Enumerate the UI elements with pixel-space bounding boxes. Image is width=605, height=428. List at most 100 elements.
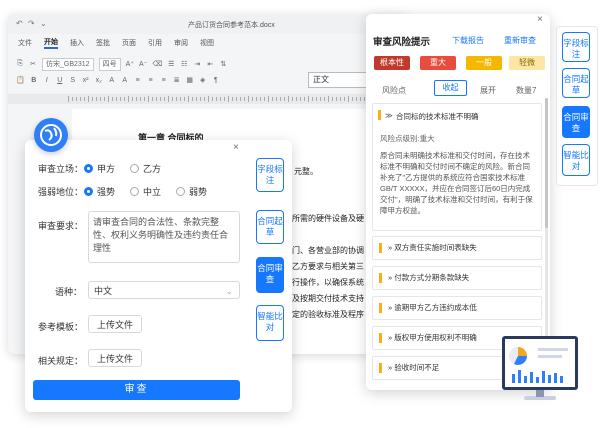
menu-home[interactable]: 开始 — [44, 37, 58, 49]
menu-sign[interactable]: 签批 — [96, 38, 110, 48]
level-chip-general[interactable]: 一般 — [466, 56, 502, 70]
radio-unchecked[interactable] — [130, 187, 139, 196]
ruler-tick — [184, 97, 185, 101]
decrease-font-icon[interactable]: A⁻ — [139, 60, 147, 68]
ruler-tick — [272, 97, 273, 101]
increase-font-icon[interactable]: A⁺ — [126, 60, 134, 68]
paste-icon[interactable]: 📋 — [16, 76, 25, 84]
contract-panel-close-icon[interactable]: × — [233, 142, 239, 153]
align-center-icon[interactable]: ≡ — [147, 77, 155, 84]
align-right-icon[interactable]: ≡ — [160, 77, 168, 84]
clear-format-icon[interactable]: ⌫ — [152, 60, 162, 68]
copy-icon[interactable]: ⎘ — [16, 60, 24, 68]
risk-item-label: 逾期甲方乙方违约成本低 — [394, 303, 477, 312]
stance-option-party-b[interactable]: 乙方 — [130, 162, 161, 175]
doc-line: 门、各营业部的协调 — [292, 246, 364, 255]
subscript-icon[interactable]: x₂ — [95, 77, 103, 84]
sort-icon[interactable]: ⇅ — [219, 60, 227, 68]
font-color-icon[interactable]: A — [121, 77, 129, 84]
doc-line: 定的验收标准及程序 — [292, 310, 364, 319]
ruler-tick — [168, 96, 169, 102]
risk-item[interactable]: » 逾期甲方乙方违约成本低 — [372, 296, 542, 320]
level-chip-major[interactable]: 重大 — [420, 56, 456, 70]
italic-icon[interactable]: I — [43, 77, 51, 84]
ruler-tick — [84, 97, 85, 101]
tab-contract-draft[interactable]: 合同起草 — [256, 210, 284, 244]
align-left-icon[interactable]: ≡ — [134, 77, 142, 84]
menu-insert[interactable]: 插入 — [70, 38, 84, 48]
side-tab-contract-draft[interactable]: 合同起草 — [562, 68, 590, 98]
quick-access-dropdown-icon[interactable]: ⌄ — [40, 19, 47, 28]
bold-icon[interactable]: B — [30, 77, 38, 84]
risk-marker — [378, 110, 381, 120]
expanded-risk-title[interactable]: 合同标的技术标准不明确 — [396, 111, 479, 122]
ruler-tick — [356, 97, 357, 101]
chevron-right-icon: » — [388, 333, 393, 342]
indent-icon[interactable]: ⇥ — [193, 60, 201, 68]
chevron-down-icon[interactable]: ≫ — [385, 111, 393, 120]
table-icon[interactable]: ▦ — [186, 76, 194, 84]
side-tab-field-annotation[interactable]: 字段标注 — [562, 32, 590, 62]
highlight-icon[interactable]: A — [108, 77, 116, 84]
risk-item[interactable]: » 双方责任实施时间表缺失 — [372, 236, 542, 260]
contract-review-panel — [25, 140, 292, 412]
rereview-link[interactable]: 重新审查 — [504, 35, 536, 46]
outdent-icon[interactable]: ⇤ — [206, 60, 214, 68]
language-value: 中文 — [94, 286, 113, 296]
download-report-link[interactable]: 下载报告 — [452, 35, 484, 46]
risk-panel-title: 审查风险提示 — [373, 37, 431, 48]
ruler-tick — [320, 97, 321, 101]
paragraph-icon[interactable]: ¶ — [212, 77, 220, 84]
radio-unchecked[interactable] — [176, 187, 185, 196]
shading-icon[interactable]: ◈ — [199, 76, 207, 84]
risk-scrollbar-thumb[interactable] — [545, 98, 548, 228]
ruler-tick — [304, 97, 305, 101]
tab-expand[interactable]: 展开 — [480, 85, 496, 96]
ruler-tick — [80, 97, 81, 101]
menu-review[interactable]: 审阅 — [174, 38, 188, 48]
strikethrough-icon[interactable]: S — [69, 77, 77, 84]
ruler-tick — [256, 97, 257, 101]
menu-page[interactable]: 页面 — [122, 38, 136, 48]
radio-checked[interactable] — [84, 164, 93, 173]
strength-option-neutral[interactable]: 中立 — [130, 185, 161, 198]
tab-contract-review[interactable]: 合同审查 — [256, 257, 284, 293]
risk-item[interactable]: » 付款方式分期条款缺失 — [372, 266, 542, 290]
risk-panel-close-icon[interactable]: × — [537, 14, 543, 25]
font-name-select[interactable]: 仿宋_GB2312 — [42, 57, 94, 71]
stance-option-party-a[interactable]: 甲方 — [84, 162, 115, 175]
language-select[interactable]: 中文 ⌄ — [88, 281, 240, 299]
cut-icon[interactable]: ✂ — [29, 60, 37, 68]
level-chip-fundamental[interactable]: 根本性 — [374, 56, 410, 70]
superscript-icon[interactable]: x² — [82, 77, 90, 84]
font-size-select[interactable]: 四号 — [98, 57, 121, 71]
review-button[interactable]: 审查 — [33, 380, 240, 400]
number-list-icon[interactable]: ☷ — [180, 60, 188, 68]
tab-risk-location[interactable]: 风险点 — [382, 85, 406, 96]
tab-collapse[interactable]: 收起 — [434, 80, 467, 96]
side-tab-contract-review[interactable]: 合同审查 — [562, 106, 590, 138]
strength-option-weak[interactable]: 弱势 — [176, 185, 207, 198]
side-tab-smart-compare[interactable]: 智能比对 — [562, 144, 590, 176]
ruler[interactable] — [8, 94, 408, 104]
bullet-list-icon[interactable]: ☰ — [167, 60, 175, 68]
undo-icon[interactable]: ↶ — [16, 19, 23, 28]
menu-reference[interactable]: 引用 — [148, 38, 162, 48]
underline-icon[interactable]: U — [56, 77, 64, 84]
justify-icon[interactable]: ≣ — [173, 76, 181, 84]
ruler-tick — [172, 97, 173, 101]
menu-view[interactable]: 视图 — [200, 38, 214, 48]
level-chip-minor[interactable]: 轻微 — [509, 56, 545, 70]
requirement-textarea[interactable]: 请审查合同的合法性、条款完整性、权利义务明确性及违约责任合理性 — [88, 211, 240, 263]
redo-icon[interactable]: ↷ — [28, 19, 35, 28]
ruler-tick — [128, 96, 129, 102]
tab-field-annotation[interactable]: 字段标注 — [256, 158, 284, 192]
radio-unchecked[interactable] — [130, 164, 139, 173]
tab-smart-compare[interactable]: 智能比对 — [256, 305, 284, 341]
strength-option-strong[interactable]: 强势 — [84, 185, 115, 198]
menu-file[interactable]: 文件 — [18, 38, 32, 48]
upload-template-button[interactable]: 上传文件 — [88, 315, 143, 333]
upload-related-button[interactable]: 上传文件 — [88, 349, 143, 367]
risk-item-label: 验收时间不足 — [394, 363, 440, 372]
radio-checked[interactable] — [84, 187, 93, 196]
